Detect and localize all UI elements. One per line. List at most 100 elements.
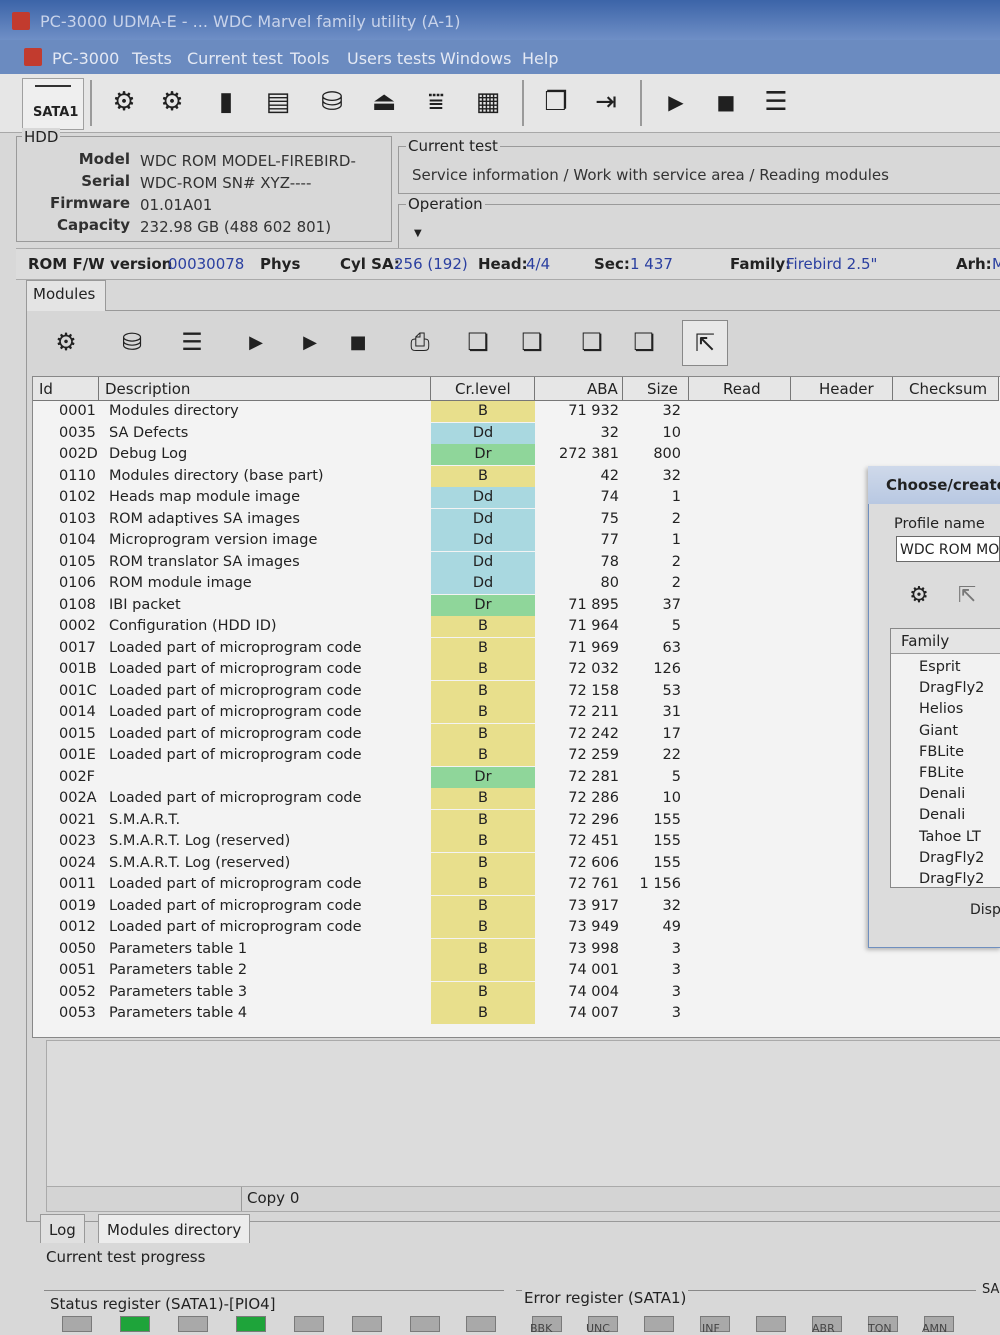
table-row[interactable]: 0035 SA Defects Dd 32 10 <box>33 422 1000 444</box>
disk-icon[interactable]: ⛁ <box>312 82 352 122</box>
chip-icon[interactable]: ▮ <box>206 82 246 122</box>
stop-icon[interactable]: ■ <box>706 82 746 122</box>
drive-info-icon[interactable]: ▤ <box>258 82 298 122</box>
family-list-item[interactable]: Esprit <box>919 659 961 675</box>
table-row[interactable]: 0050 Parameters table 1 B 73 998 3 <box>33 938 1000 960</box>
menu-tests[interactable]: Tests <box>132 49 172 68</box>
table-row[interactable]: 002D Debug Log Dr 272 381 800 <box>33 444 1000 465</box>
table-row[interactable]: 0012 Loaded part of microprogram code B 73 … <box>33 917 1000 938</box>
windows-icon[interactable]: ❐ <box>536 82 576 122</box>
table-row[interactable]: 0023 S.M.A.R.T. Log (reserved) B 72 451 155 <box>33 831 1000 852</box>
format-icon[interactable]: ⩸ <box>416 82 456 122</box>
module-write-icon[interactable]: ❏ <box>510 320 554 364</box>
menu-current-test[interactable]: Current test <box>187 49 283 68</box>
module-read-all-icon[interactable]: ❏ <box>570 320 614 364</box>
column-header-cr-level[interactable]: Cr.level <box>431 377 535 401</box>
log-list-icon[interactable]: ☰ <box>756 82 796 122</box>
table-row[interactable]: 0104 Microprogram version image Dd 77 1 <box>33 530 1000 551</box>
list-icon[interactable]: ☰ <box>170 320 214 364</box>
column-header-read[interactable]: Read <box>689 377 791 401</box>
app-menu-icon[interactable] <box>24 48 42 66</box>
table-row[interactable]: 0052 Parameters table 3 B 74 004 3 <box>33 981 1000 1003</box>
exit-icon[interactable]: ⇥ <box>586 82 626 122</box>
table-row[interactable]: 0014 Loaded part of microprogram code B 72 … <box>33 702 1000 723</box>
table-row[interactable]: 0011 Loaded part of microprogram code B 72 … <box>33 874 1000 895</box>
module-write-all-icon[interactable]: ❏ <box>622 320 666 364</box>
stop-icon[interactable]: ■ <box>336 320 380 364</box>
disp-button[interactable]: Disp <box>970 902 1000 918</box>
menu-tools[interactable]: Tools <box>290 49 329 68</box>
table-row[interactable]: 0001 Modules directory B 71 932 32 <box>33 401 1000 422</box>
module-description: S.M.A.R.T. Log (reserved) <box>109 854 291 871</box>
table-row[interactable]: 0103 ROM adaptives SA images Dd 75 2 <box>33 508 1000 530</box>
table-row[interactable]: 0002 Configuration (HDD ID) B 71 964 5 <box>33 616 1000 637</box>
table-icon[interactable]: ▦ <box>468 82 508 122</box>
play-step-icon[interactable]: ▶ <box>288 320 332 364</box>
menu-windows[interactable]: Windows <box>440 49 511 68</box>
hdd-group-title: HDD <box>22 128 61 146</box>
table-row[interactable]: 001C Loaded part of microprogram code B 72 … <box>33 680 1000 702</box>
table-row[interactable]: 0106 ROM module image Dd 80 2 <box>33 573 1000 594</box>
module-read-icon[interactable]: ❏ <box>456 320 500 364</box>
family-list-item[interactable]: Denali <box>919 807 965 823</box>
table-row[interactable]: 0053 Parameters table 4 B 74 007 3 <box>33 1003 1000 1024</box>
head-tool-icon[interactable]: ⏏ <box>364 82 404 122</box>
play-icon[interactable]: ▶ <box>656 82 696 122</box>
table-row[interactable]: 002F Dr 72 281 5 <box>33 766 1000 788</box>
menu-users-tests[interactable]: Users tests <box>347 49 436 68</box>
table-row[interactable]: 0024 S.M.A.R.T. Log (reserved) B 72 606 155 <box>33 852 1000 874</box>
table-row[interactable]: 0102 Heads map module image Dd 74 1 <box>33 487 1000 508</box>
head-label: Head: <box>478 255 528 273</box>
menu-pc3000[interactable]: PC-3000 <box>52 49 119 68</box>
column-header-description[interactable]: Description <box>99 377 431 401</box>
profile-name-input[interactable]: WDC ROM MO <box>896 536 1000 562</box>
table-row[interactable]: 0017 Loaded part of microprogram code B 71 … <box>33 637 1000 659</box>
tab-log[interactable]: Log <box>40 1214 85 1243</box>
error-led-label: UNC <box>586 1322 610 1335</box>
dialog-title-bar[interactable]: Choose/create p <box>868 466 1000 504</box>
sata-port-button[interactable]: SATA1 <box>22 78 84 130</box>
open-profile-icon[interactable]: ⇱ <box>950 578 984 612</box>
tab-modules-directory[interactable]: Modules directory <box>98 1214 251 1243</box>
disk-read-icon[interactable]: ⛁ <box>110 320 154 364</box>
table-row[interactable]: 0110 Modules directory (base part) B 42 32 <box>33 465 1000 487</box>
print-icon[interactable]: ⎙ <box>398 320 442 364</box>
family-list-item[interactable]: Denali <box>919 786 965 802</box>
column-header-id[interactable]: Id <box>33 377 99 401</box>
play-icon[interactable]: ▶ <box>234 320 278 364</box>
table-row[interactable]: 0019 Loaded part of microprogram code B 73 … <box>33 895 1000 917</box>
family-list-item[interactable]: Helios <box>919 701 963 717</box>
family-list-item[interactable]: DragFly2 <box>919 871 984 887</box>
column-header-size[interactable]: Size <box>623 377 689 401</box>
module-settings-icon[interactable]: ⚙ <box>44 320 88 364</box>
table-row[interactable]: 0021 S.M.A.R.T. B 72 296 155 <box>33 809 1000 831</box>
table-row[interactable]: 001B Loaded part of microprogram code B 72 … <box>33 659 1000 680</box>
profile-icon[interactable]: ⇱ <box>682 320 728 366</box>
column-header-aba[interactable]: ABA <box>535 377 623 401</box>
module-size: 155 <box>653 854 681 871</box>
menu-help[interactable]: Help <box>522 49 558 68</box>
module-aba: 72 286 <box>568 790 619 806</box>
column-header-header[interactable]: Header <box>791 377 893 401</box>
table-row[interactable]: 001E Loaded part of microprogram code B 72 … <box>33 745 1000 766</box>
family-list-item[interactable]: DragFly2 <box>919 680 984 696</box>
family-list-item[interactable]: DragFly2 <box>919 850 984 866</box>
family-list-item[interactable]: Giant <box>919 723 958 739</box>
module-description: Loaded part of microprogram code <box>109 747 362 763</box>
table-row[interactable]: 0108 IBI packet Dr 71 895 37 <box>33 594 1000 616</box>
family-list-item[interactable]: Tahoe LT <box>919 829 981 845</box>
add-profile-icon[interactable]: ⚙ <box>902 578 936 612</box>
table-row[interactable]: 0105 ROM translator SA images Dd 78 2 <box>33 551 1000 573</box>
family-list-item[interactable]: FBLite <box>919 765 964 781</box>
settings-icon[interactable]: ⚙ <box>152 82 192 122</box>
table-row[interactable]: 002A Loaded part of microprogram code B 72 … <box>33 788 1000 809</box>
table-row[interactable]: 0015 Loaded part of microprogram code B 72 … <box>33 723 1000 745</box>
module-aba: 72 032 <box>568 661 619 677</box>
column-header-checksum[interactable]: Checksum <box>893 377 999 401</box>
tab-modules[interactable]: Modules <box>26 280 106 311</box>
family-list-item[interactable]: FBLite <box>919 744 964 760</box>
hdd-utility-icon[interactable]: ⚙ <box>104 82 144 122</box>
table-row[interactable]: 0051 Parameters table 2 B 74 001 3 <box>33 960 1000 981</box>
copy-label[interactable]: Copy 0 <box>247 1189 299 1207</box>
family-header[interactable]: Family <box>891 629 1000 654</box>
